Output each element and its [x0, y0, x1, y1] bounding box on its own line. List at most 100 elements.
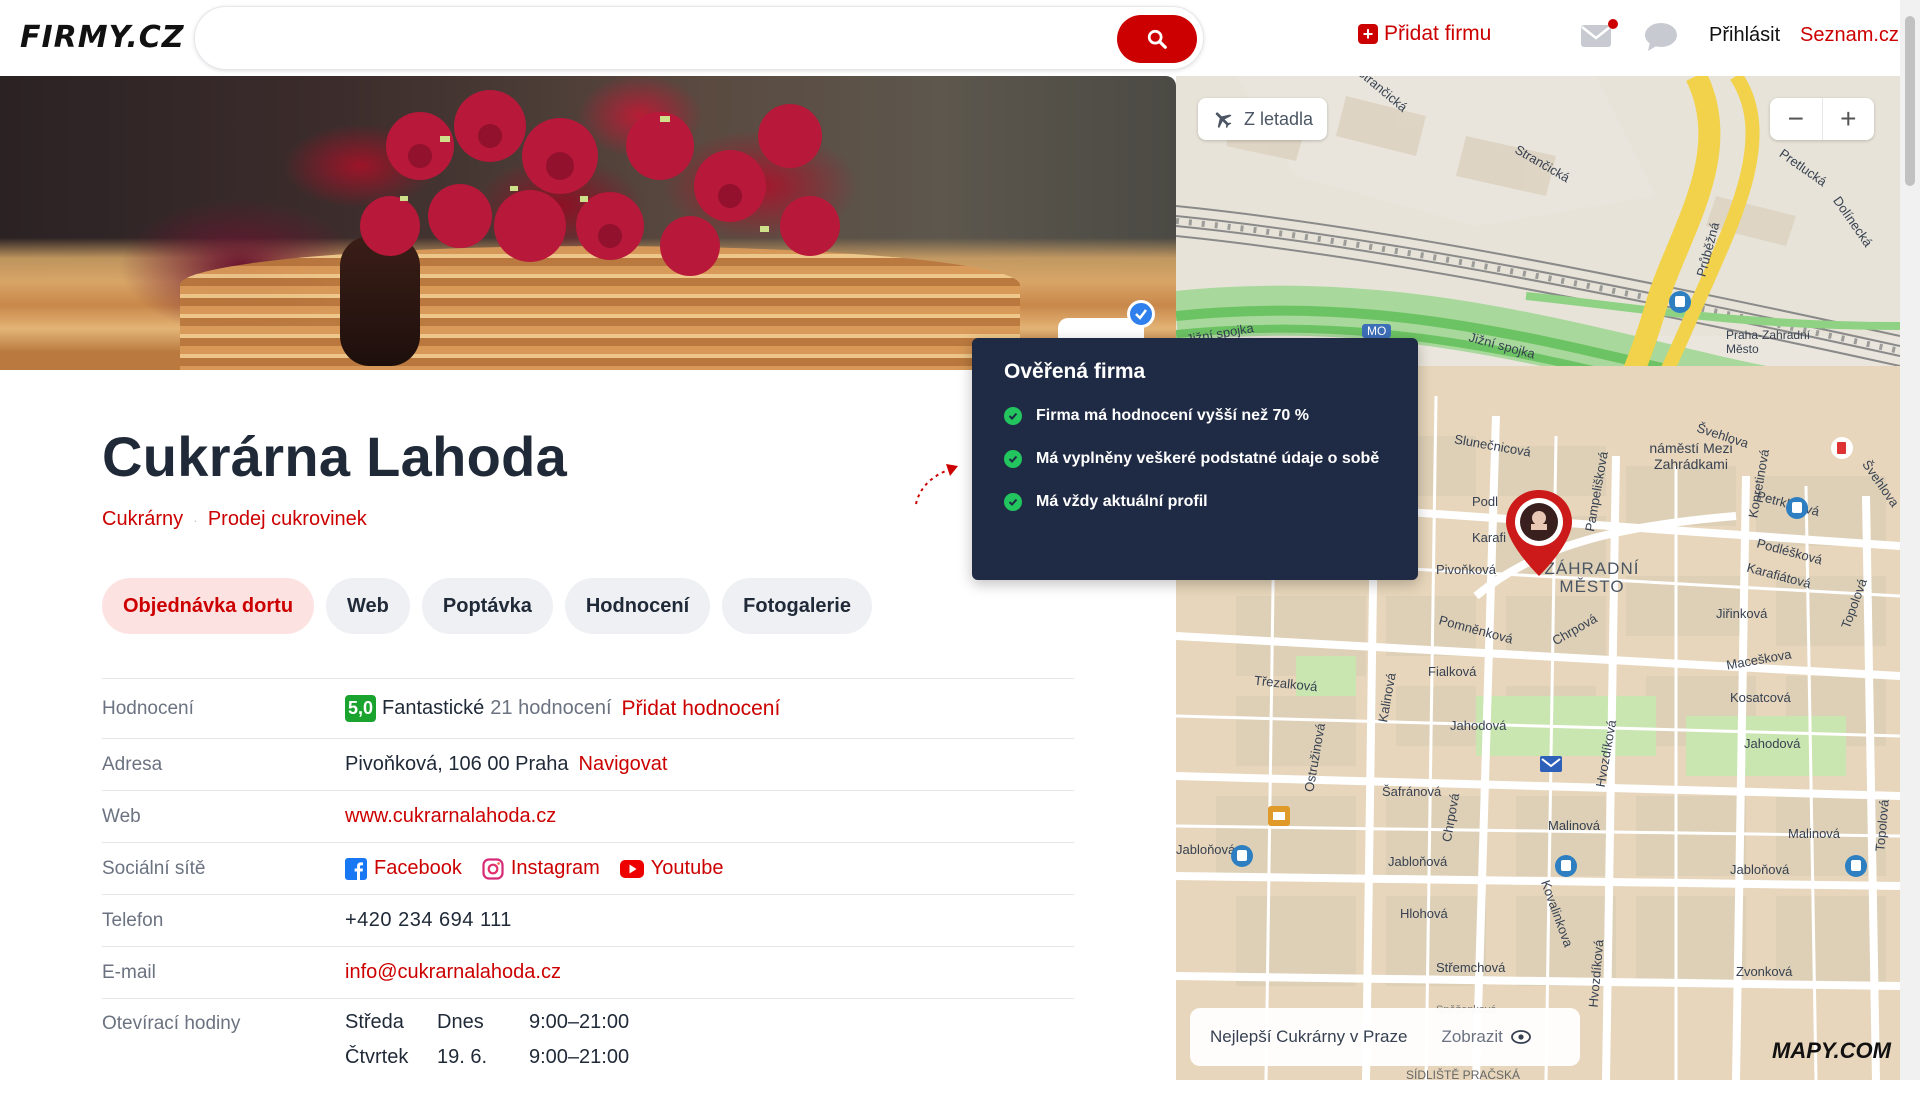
add-firm-label: Přidat firmu	[1384, 22, 1492, 45]
instagram-link[interactable]: Instagram	[482, 857, 600, 880]
web-label: Web	[102, 805, 141, 827]
search-icon	[1147, 29, 1167, 49]
rating-row: Hodnocení 5,0 Fantastické 21 hodnocení P…	[102, 678, 1074, 738]
bus-icon[interactable]	[1668, 290, 1692, 314]
navigate-link[interactable]: Navigovat	[579, 753, 668, 776]
phone-value[interactable]: +420 234 694 111	[345, 909, 512, 932]
gas-station-icon[interactable]	[1830, 436, 1854, 460]
check-circle-icon	[1004, 450, 1022, 468]
mail-icon[interactable]	[1580, 24, 1612, 48]
street-label: Zvonková	[1736, 964, 1793, 979]
instagram-label: Instagram	[510, 857, 600, 879]
address-label: Adresa	[102, 753, 163, 775]
facebook-link[interactable]: Facebook	[345, 857, 462, 880]
bus-icon[interactable]	[1844, 854, 1868, 878]
add-firm-link[interactable]: + Přidat firmu	[1358, 22, 1491, 46]
login-link[interactable]: Přihlásit	[1709, 24, 1780, 47]
order-cake-button[interactable]: Objednávka dortu	[102, 578, 315, 634]
youtube-link[interactable]: Youtube	[619, 857, 724, 880]
search-button[interactable]	[1117, 15, 1197, 63]
phone-row: Telefon +420 234 694 111	[102, 894, 1074, 946]
street-label: Šafránová	[1382, 784, 1442, 799]
street-label: Malinová	[1788, 826, 1841, 841]
aerial-view-label: Z letadla	[1244, 108, 1314, 129]
show-button[interactable]: Zobrazit	[1441, 1027, 1531, 1047]
eye-icon	[1510, 1030, 1531, 1044]
pointer-arrow-icon	[915, 464, 958, 505]
street-label: Fialková	[1428, 664, 1477, 679]
check-icon	[1135, 309, 1147, 320]
street-label: Hlohová	[1400, 906, 1448, 921]
bus-icon[interactable]	[1230, 844, 1254, 868]
email-label: E-mail	[102, 961, 156, 983]
rating-label: Hodnocení	[102, 697, 194, 719]
aerial-view-button[interactable]: Z letadla	[1198, 98, 1328, 140]
motorway-badge: MO	[1362, 324, 1392, 338]
hours-table: Středa Dnes 9:00–21:00 Čtvrtek 19. 6. 9:…	[345, 999, 669, 1069]
bus-icon[interactable]	[1554, 854, 1578, 878]
action-chips: Objednávka dortu Web Poptávka Hodnocení …	[102, 578, 872, 634]
reviews-button[interactable]: Hodnocení	[564, 578, 711, 634]
category-links: Cukrárny · Prodej cukrovinek	[102, 508, 367, 531]
youtube-icon	[619, 859, 644, 878]
tooltip-item: Firma má hodnocení vyšší než 70 %	[1004, 402, 1386, 429]
best-list-title: Nejlepší Cukrárny v Praze	[1210, 1027, 1408, 1046]
best-list-banner[interactable]: Nejlepší Cukrárny v Praze Zobrazit	[1190, 1008, 1580, 1066]
business-location-pin[interactable]	[1504, 488, 1574, 580]
verified-badge[interactable]	[1127, 300, 1155, 328]
chat-icon[interactable]	[1644, 22, 1678, 52]
street-label: Jahodová	[1744, 736, 1801, 751]
seznam-link[interactable]: Seznam.cz	[1800, 24, 1899, 47]
facebook-icon	[345, 857, 367, 880]
web-link[interactable]: www.cukrarnalahoda.cz	[345, 805, 556, 828]
search-bar	[194, 6, 1204, 70]
street-label: Jahodová	[1450, 718, 1507, 733]
mapy-logo[interactable]: MAPY.COM	[1772, 1038, 1891, 1064]
zoom-out-button[interactable]: −	[1770, 98, 1823, 140]
plus-icon: +	[1358, 24, 1378, 44]
check-circle-icon	[1004, 493, 1022, 511]
street-label: Kosatcová	[1730, 690, 1791, 705]
address-row: Adresa Pivoňková, 106 00 Praha Navigovat	[102, 738, 1074, 790]
category-link[interactable]: Prodej cukrovinek	[208, 508, 367, 531]
tooltip-item-text: Má vždy aktuální profil	[1036, 493, 1208, 510]
post-office-icon[interactable]	[1540, 756, 1562, 772]
bus-icon[interactable]	[1785, 496, 1809, 520]
top-header: FIRMY.CZ + Přidat firmu Přihlásit Seznam…	[0, 0, 1900, 76]
rating-score: 5,0	[345, 695, 377, 722]
web-button[interactable]: Web	[326, 578, 410, 634]
gallery-button[interactable]: Fotogalerie	[722, 578, 872, 634]
facebook-label: Facebook	[374, 857, 462, 879]
street-label: Jabloňová	[1730, 862, 1790, 877]
raspberries-image	[360, 90, 840, 276]
street-label: Střemchová	[1436, 960, 1506, 975]
shop-icon[interactable]	[1268, 806, 1290, 826]
hours-when: Dnes	[437, 1011, 484, 1033]
phone-label: Telefon	[102, 909, 164, 931]
email-link[interactable]: info@cukrarnalahoda.cz	[345, 961, 561, 984]
separator-dot: ·	[193, 511, 198, 528]
check-circle-icon	[1004, 407, 1022, 425]
inquiry-button[interactable]: Poptávka	[421, 578, 553, 634]
social-row: Sociální sítě Facebook Instagram Youtube	[102, 842, 1074, 894]
rating-count[interactable]: 21 hodnocení	[490, 697, 611, 720]
street-label: Jabloňová	[1176, 842, 1236, 857]
hours-time: 9:00–21:00	[529, 1046, 630, 1068]
address-value: Pivoňková, 106 00 Praha	[345, 753, 569, 775]
zoom-in-button[interactable]: +	[1823, 98, 1875, 140]
notification-dot	[1608, 19, 1618, 29]
scroll-thumb[interactable]	[1905, 16, 1915, 186]
rating-word: Fantastické	[382, 697, 485, 719]
company-info-table: Hodnocení 5,0 Fantastické 21 hodnocení P…	[102, 678, 1074, 1118]
category-link[interactable]: Cukrárny	[102, 508, 183, 531]
firmy-logo[interactable]: FIRMY.CZ	[20, 20, 185, 55]
youtube-label: Youtube	[650, 857, 724, 879]
add-rating-link[interactable]: Přidat hodnocení	[622, 697, 781, 721]
company-name: Cukrárna Lahoda	[102, 425, 568, 488]
tooltip-item: Má vyplněny veškeré podstatné údaje o so…	[1004, 445, 1386, 472]
tooltip-item-text: Má vyplněny veškeré podstatné údaje o so…	[1036, 450, 1380, 467]
street-label: Karafi	[1472, 530, 1506, 545]
page-scrollbar[interactable]	[1900, 0, 1920, 1080]
search-input[interactable]	[219, 23, 1069, 55]
show-label: Zobrazit	[1441, 1027, 1503, 1046]
